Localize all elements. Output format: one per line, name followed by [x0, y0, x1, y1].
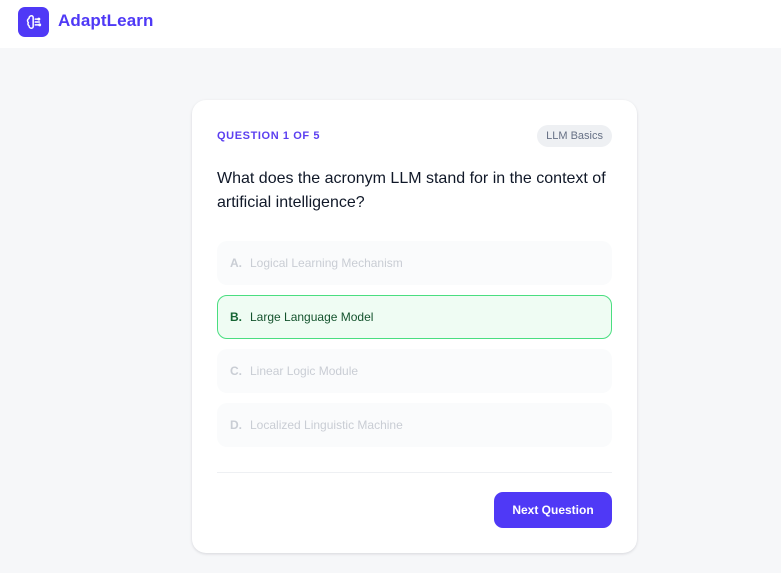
next-question-button[interactable]: Next Question: [494, 492, 612, 528]
question-text: What does the acronym LLM stand for in t…: [217, 170, 606, 211]
option-letter: D.: [230, 418, 242, 432]
brain-icon: [26, 15, 41, 29]
answer-options: A. Logical Learning Mechanism B. Large L…: [217, 241, 612, 457]
brand-name[interactable]: AdaptLearn: [58, 11, 153, 31]
app-root: AdaptLearn QUESTION 1 OF 5 LLM Basics Wh…: [0, 0, 781, 573]
option-letter: B.: [230, 310, 242, 324]
topic-badge: LLM Basics: [537, 125, 612, 147]
option-letter: C.: [230, 364, 242, 378]
answer-option-b[interactable]: B. Large Language Model: [217, 295, 612, 339]
option-label: Logical Learning Mechanism: [250, 256, 403, 270]
option-label: Localized Linguistic Machine: [250, 418, 403, 432]
question-counter: QUESTION 1 OF 5: [217, 130, 321, 142]
answer-option-d[interactable]: D. Localized Linguistic Machine: [217, 403, 612, 447]
option-letter: A.: [230, 256, 242, 270]
top-bar: AdaptLearn: [0, 0, 781, 48]
divider: [217, 472, 612, 473]
logo[interactable]: [18, 7, 49, 37]
answer-option-c[interactable]: C. Linear Logic Module: [217, 349, 612, 393]
option-label: Large Language Model: [250, 310, 374, 324]
option-label: Linear Logic Module: [250, 364, 359, 378]
quiz-card: QUESTION 1 OF 5 LLM Basics What does the…: [192, 100, 637, 553]
answer-option-a[interactable]: A. Logical Learning Mechanism: [217, 241, 612, 285]
